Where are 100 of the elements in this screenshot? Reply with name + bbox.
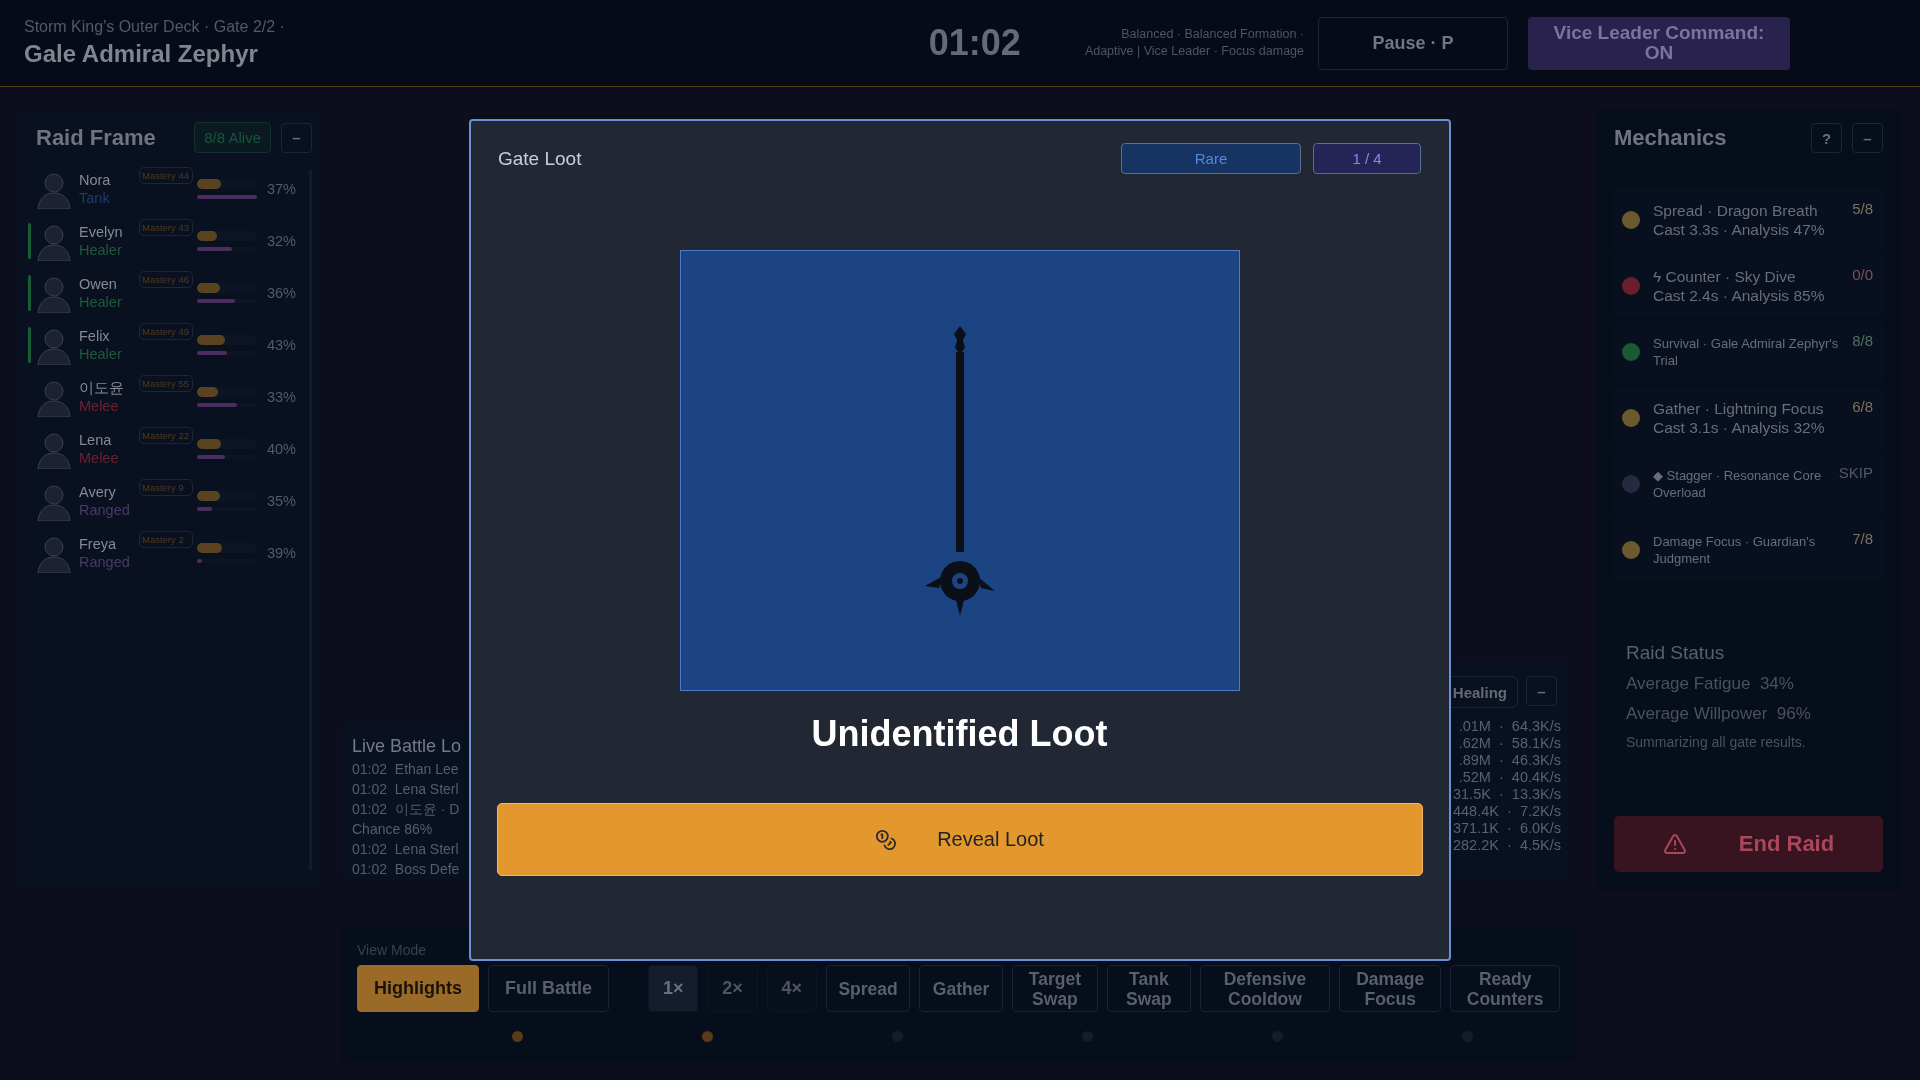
member-role: Ranged — [79, 553, 131, 571]
help-button[interactable]: ? — [1811, 123, 1842, 153]
member-role: Healer — [79, 345, 123, 363]
mastery-badge: Mastery 55 — [139, 375, 193, 392]
member-percent: 39% — [265, 545, 296, 561]
mastery-badge: Mastery 2 — [139, 531, 193, 548]
raid-status-title: Raid Status — [1626, 642, 1726, 664]
command-toggle-button[interactable]: Vice Leader Command: ON — [1528, 16, 1790, 70]
member-role: Tank — [79, 189, 111, 207]
battle-timer: 01:02 — [928, 22, 1021, 64]
member-name: Freya — [79, 535, 118, 553]
reveal-loot-button[interactable]: Reveal Loot — [496, 803, 1423, 876]
meter-row: .89M · 46.3K/s — [1458, 752, 1561, 769]
member-name: Avery — [79, 483, 117, 501]
mechanic-count: 6/8 — [1852, 398, 1873, 415]
mechanic-name: Survival · Gale Admiral Zephyr's Trial — [1653, 335, 1840, 369]
log-entry: 01:02 Boss Defe — [352, 860, 461, 879]
item-name: Unidentified Loot — [811, 713, 1108, 755]
filter-button[interactable]: Ready Counters — [1450, 965, 1560, 1012]
mechanic-count: SKIP — [1838, 464, 1873, 481]
log-entry: 01:02 Lena Sterl — [352, 780, 460, 799]
member-percent: 35% — [265, 493, 296, 509]
dialog-title: Gate Loot — [498, 147, 583, 170]
meter-row: 282.2K · 4.5K/s — [1453, 837, 1561, 854]
raid-stat: Average Fatigue 34% — [1626, 674, 1795, 694]
mechanic-count: 8/8 — [1852, 332, 1873, 349]
meter-row: 448.4K · 7.2K/s — [1453, 803, 1561, 820]
pause-button[interactable]: Pause · P — [1318, 16, 1508, 70]
speed-button[interactable]: 2× — [707, 965, 758, 1012]
log-entry: 01:02 Ethan Lee — [352, 760, 460, 779]
member-role: Ranged — [79, 501, 131, 519]
log-entry: Chance 86% — [352, 820, 434, 839]
meter-row: 31.5K · 13.3K/s — [1453, 786, 1561, 803]
coins-icon — [875, 828, 898, 851]
mechanic-name: Damage Focus · Guardian's Judgment — [1653, 533, 1817, 567]
member-name: Owen — [79, 275, 118, 293]
panel-title: Mechanics — [1614, 125, 1728, 151]
speed-button[interactable]: 4× — [766, 965, 818, 1012]
timeline-marker[interactable] — [512, 1031, 523, 1042]
warning-icon — [1662, 832, 1687, 856]
filter-button[interactable]: Tank Swap — [1106, 965, 1191, 1012]
mastery-badge: Mastery 49 — [139, 323, 193, 340]
collapse-button[interactable]: – — [1526, 676, 1557, 706]
mechanic-count: 5/8 — [1852, 200, 1873, 217]
mechanic-count: 0/0 — [1852, 266, 1873, 283]
filter-button[interactable]: Defensive Cooldow — [1199, 965, 1331, 1012]
boss-title: Gale Admiral Zephyr — [24, 40, 259, 68]
tactics-text: Adaptive | Vice Leader · Focus damage — [1084, 43, 1304, 60]
mastery-badge: Mastery 43 — [139, 219, 193, 236]
member-name: Felix — [79, 327, 111, 345]
mechanic-name: ◆ Stagger · Resonance Core Overload — [1653, 467, 1823, 501]
member-role: Melee — [79, 397, 120, 415]
tactics-text: Balanced · Balanced Formation · — [1121, 26, 1304, 43]
log-entry: 01:02 Lena Sterl — [352, 840, 460, 859]
end-raid-button[interactable]: End Raid — [1614, 816, 1883, 872]
mechanic-name: Gather · Lightning Focus — [1653, 398, 1825, 418]
member-percent: 36% — [265, 285, 296, 301]
raid-stat: Average Willpower 96% — [1626, 704, 1812, 724]
meter-row: .62M · 58.1K/s — [1458, 735, 1561, 752]
filter-button[interactable]: Damage Focus — [1339, 965, 1442, 1012]
meter-row: .01M · 64.3K/s — [1458, 718, 1561, 735]
collapse-button[interactable]: – — [281, 122, 312, 153]
member-percent: 43% — [265, 337, 296, 353]
timeline-marker[interactable] — [702, 1031, 713, 1042]
view-mode-button[interactable]: Full Battle — [488, 965, 609, 1012]
status-note: Summarizing all gate results. — [1626, 734, 1807, 750]
member-name: 이도윤 — [79, 379, 125, 397]
page-badge: 1 / 4 — [1313, 143, 1421, 174]
location-subtitle: Storm King's Outer Deck · Gate 2/2 · — [24, 18, 286, 36]
member-name: Lena — [79, 431, 113, 449]
mechanic-detail: Cast 3.3s · Analysis 47% — [1653, 220, 1826, 240]
log-entry: 01:02 이도윤 · D — [352, 800, 461, 819]
mastery-badge: Mastery 9 — [139, 479, 193, 496]
alive-badge: 8/8 Alive — [194, 122, 271, 153]
member-role: Healer — [79, 293, 123, 311]
mechanic-detail: Cast 2.4s · Analysis 85% — [1653, 286, 1826, 306]
member-percent: 32% — [265, 233, 296, 249]
meter-row: 371.1K · 6.0K/s — [1453, 820, 1561, 837]
mechanic-detail: Cast 3.1s · Analysis 32% — [1653, 418, 1826, 438]
member-percent: 40% — [265, 441, 296, 457]
mastery-badge: Mastery 44 — [139, 167, 193, 184]
view-mode-button[interactable]: Highlights — [357, 965, 479, 1012]
member-role: Healer — [79, 241, 123, 259]
filter-button[interactable]: Gather — [919, 965, 1004, 1012]
member-percent: 37% — [265, 181, 296, 197]
rarity-badge: Rare — [1121, 143, 1301, 174]
member-role: Melee — [79, 449, 120, 467]
panel-title: Raid Frame — [35, 124, 157, 151]
meter-row: .52M · 40.4K/s — [1458, 769, 1561, 786]
filter-button[interactable]: Spread — [826, 965, 911, 1012]
mechanic-name: Spread · Dragon Breath — [1653, 200, 1819, 220]
member-percent: 33% — [265, 389, 296, 405]
filter-button[interactable]: Target Swap — [1012, 965, 1098, 1012]
mechanic-count: 7/8 — [1852, 530, 1873, 547]
log-title: Live Battle Lo — [352, 736, 463, 757]
mechanic-name: ϟ Counter · Sky Dive — [1653, 266, 1797, 286]
member-name: Nora — [79, 171, 112, 189]
speed-button[interactable]: 1× — [648, 965, 699, 1012]
member-name: Evelyn — [79, 223, 124, 241]
collapse-button[interactable]: – — [1852, 123, 1883, 153]
